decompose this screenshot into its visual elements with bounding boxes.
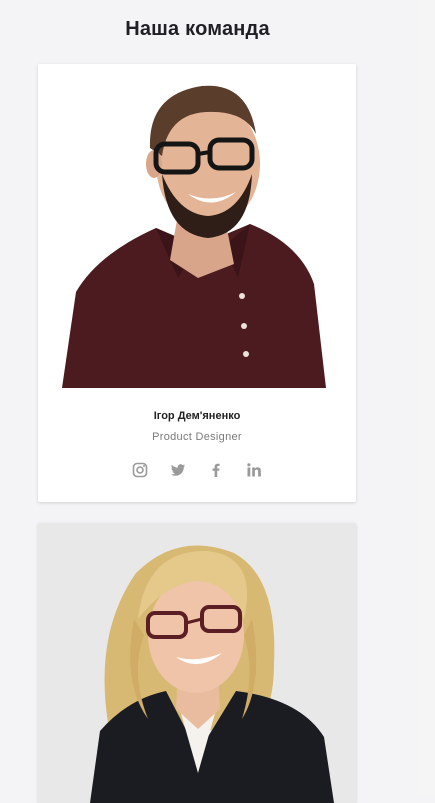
team-member-card [38, 523, 356, 803]
team-member-photo [38, 64, 356, 388]
instagram-icon[interactable] [132, 462, 148, 478]
woman-portrait-illustration [38, 523, 356, 803]
team-member-card: Ігор Дем'яненко Product Designer [38, 64, 356, 502]
team-member-name: Ігор Дем'яненко [153, 410, 241, 422]
twitter-icon[interactable] [170, 462, 186, 478]
team-member-role: Product Designer [152, 431, 242, 443]
social-links [38, 462, 356, 478]
linkedin-icon[interactable] [246, 462, 262, 478]
team-member-photo [38, 523, 356, 803]
facebook-icon[interactable] [208, 462, 224, 478]
man-portrait-illustration [38, 64, 356, 388]
section-title: Наша команда [125, 18, 270, 40]
page-edge [418, 0, 435, 795]
